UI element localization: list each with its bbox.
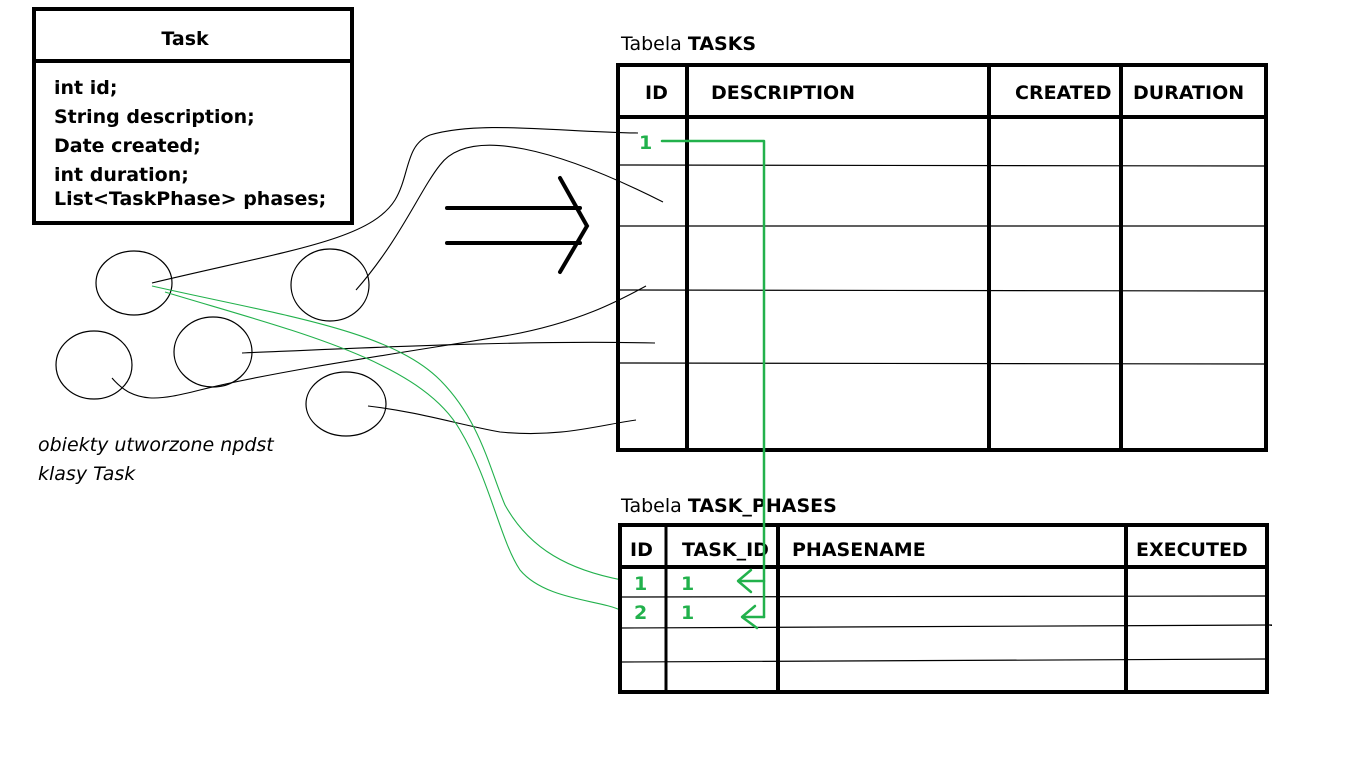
class-field: Date created; [54,135,201,157]
object-row-connectors [111,126,664,435]
tasks-row1-id: 1 [639,132,652,154]
connector-line [241,341,656,354]
tasks-caption-name: TASKS [688,33,756,55]
object-circle [95,250,173,316]
tasks-table-caption: Tabela TASKS [620,33,756,55]
tasks-header-created: CREATED [1015,82,1112,104]
phases-table: Tabela TASK_PHASES ID TASK_ID PHASENAME … [618,495,1273,694]
class-box-title: Task [161,28,209,50]
object-instances [55,248,387,437]
object-circle [55,330,133,400]
tasks-header-description: DESCRIPTION [711,82,855,104]
phases-table-caption: Tabela TASK_PHASES [620,495,837,517]
phases-header-task-id: TASK_ID [682,539,769,561]
phases-row1-task-id: 1 [681,573,694,595]
class-field: String description; [54,106,255,128]
object-circle [173,316,253,388]
task-class-box: Task int id; String description; Date cr… [32,7,354,225]
class-field: int id; [54,77,117,99]
phases-caption-prefix: Tabela [620,495,688,517]
mapping-arrow-icon [445,176,590,274]
tasks-row-lines [619,164,1267,365]
phases-header-phasename: PHASENAME [792,539,926,561]
class-field: List<TaskPhase> phases; [54,188,326,210]
objects-caption-line1: obiekty utworzone npdst [38,434,275,456]
tasks-caption-prefix: Tabela [620,33,688,55]
phases-caption-name: TASK_PHASES [688,495,837,517]
connector-line [367,405,637,435]
object-circle [290,248,370,322]
tasks-table: Tabela TASKS ID DESCRIPTION CREATED DURA… [616,33,1268,452]
phases-row1-id: 1 [634,573,647,595]
object-circle [305,371,387,437]
diagram-canvas: Task int id; String description; Date cr… [32,7,1273,694]
phases-header-executed: EXECUTED [1136,539,1248,561]
tasks-table-frame [616,63,1268,452]
phases-row2-id: 2 [634,602,647,624]
class-field: int duration; [54,164,189,186]
phases-row2-task-id: 1 [681,602,694,624]
phases-header-id: ID [630,539,653,561]
tasks-header-id: ID [645,82,668,104]
phases-row-lines [619,595,1273,663]
objects-caption-line2: klasy Task [38,463,136,485]
tasks-header-duration: DURATION [1133,82,1244,104]
